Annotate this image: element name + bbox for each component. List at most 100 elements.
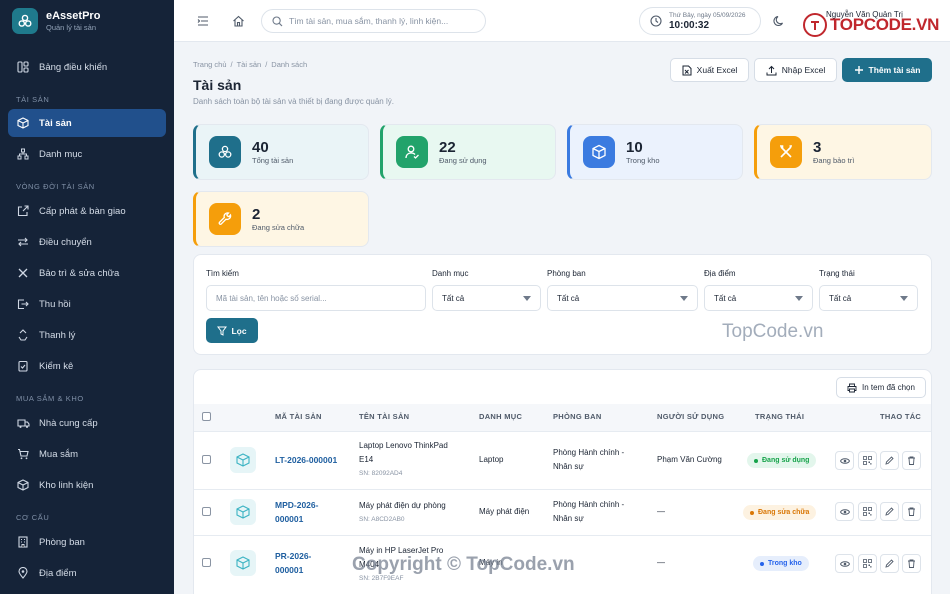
status-badge: Đang sử dụng — [747, 453, 817, 468]
edit-button[interactable] — [880, 451, 899, 470]
sidebar-item-dashboard[interactable]: Bảng điều khiển — [8, 53, 166, 81]
chevron-down-icon — [523, 295, 531, 301]
edit-button[interactable] — [880, 502, 899, 521]
view-button[interactable] — [835, 451, 854, 470]
search-placeholder: Tìm tài sản, mua sắm, thanh lý, linh kiệ… — [289, 16, 449, 26]
stat-card-repairing[interactable]: 2 Đang sửa chữa — [193, 191, 369, 247]
sidebar-item-departments[interactable]: Phòng ban — [8, 528, 166, 556]
app-name: eAssetPro — [46, 9, 101, 22]
sidebar-item-label: Thu hồi — [39, 298, 71, 310]
asset-category: Laptop — [479, 455, 504, 464]
view-button[interactable] — [835, 554, 854, 573]
column-header[interactable]: DANH MỤC — [479, 412, 522, 421]
export-excel-button[interactable]: Xuất Excel — [670, 58, 749, 82]
category-filter-label: Danh mục — [432, 269, 469, 278]
asset-department: Phòng Hành chính - Nhân sự — [553, 448, 625, 471]
app-subtitle: Quản lý tài sản — [46, 22, 97, 32]
handover-icon — [16, 204, 30, 218]
sidebar: eAssetPro Quản lý tài sản Bảng điều khiể… — [0, 0, 174, 594]
status-filter-label: Trạng thái — [819, 269, 855, 278]
menu-toggle-icon[interactable] — [195, 13, 211, 29]
sidebar-item-transfer[interactable]: Điều chuyển — [8, 228, 166, 256]
stat-card-in-use[interactable]: 22 Đang sử dụng — [380, 124, 556, 180]
column-header[interactable]: NGƯỜI SỬ DỤNG — [657, 412, 724, 421]
row-checkbox[interactable] — [202, 455, 211, 464]
column-header[interactable]: MÃ TÀI SẢN — [275, 412, 322, 421]
recycle-icon — [16, 328, 30, 342]
sidebar-item-categories[interactable]: Danh mục — [8, 140, 166, 168]
sidebar-item-inventory[interactable]: Kiểm kê — [8, 352, 166, 380]
map-pin-icon — [16, 566, 30, 580]
eye-icon — [839, 457, 850, 465]
row-checkbox[interactable] — [202, 558, 211, 567]
app-logo-icon — [12, 8, 38, 34]
asset-code[interactable]: MPD-2026- 000001 — [275, 498, 318, 526]
view-button[interactable] — [835, 502, 854, 521]
department-select[interactable]: Tất cả — [547, 285, 698, 311]
topcode-logo-text: TOPCODE.VN — [830, 15, 940, 34]
asset-code[interactable]: LT-2026-000001 — [275, 453, 337, 467]
page-title: Tài sản — [193, 77, 242, 93]
sidebar-item-label: Phòng ban — [39, 536, 85, 548]
sidebar-item-purchasing[interactable]: Mua sắm — [8, 440, 166, 468]
breadcrumb-assets[interactable]: Tài sản — [237, 60, 262, 69]
column-header[interactable]: TRẠNG THÁI — [755, 412, 804, 421]
breadcrumb-home[interactable]: Trang chủ — [193, 60, 227, 69]
stat-card-in-stock[interactable]: 10 Trong kho — [567, 124, 743, 180]
home-icon[interactable] — [230, 13, 246, 29]
eye-icon — [839, 560, 850, 568]
asset-search-input[interactable]: Mã tài sản, tên hoặc số serial... — [206, 285, 426, 311]
asset-name: Máy phát điện dự phòng SN: A8CD2AB0 — [359, 501, 446, 523]
sidebar-item-label: Bảng điều khiển — [39, 61, 108, 73]
category-select[interactable]: Tất cả — [432, 285, 541, 311]
clipboard-check-icon — [16, 359, 30, 373]
trash-icon — [907, 507, 916, 516]
status-select[interactable]: Tất cả — [819, 285, 918, 311]
print-labels-button[interactable]: In tem đã chọn — [836, 377, 926, 398]
location-filter-label: Địa điểm — [704, 269, 736, 278]
delete-button[interactable] — [902, 554, 921, 573]
filter-button[interactable]: Lọc — [206, 318, 258, 343]
clock-icon — [650, 15, 662, 27]
dark-mode-icon[interactable] — [771, 13, 787, 29]
sidebar-item-parts-warehouse[interactable]: Kho linh kiện — [8, 471, 166, 499]
topcode-logo-icon — [803, 13, 827, 37]
qr-button[interactable] — [858, 451, 877, 470]
file-excel-icon — [682, 65, 692, 76]
edit-button[interactable] — [880, 554, 899, 573]
sidebar-item-maintenance[interactable]: Bảo trì & sửa chữa — [8, 259, 166, 287]
stat-card-maintenance[interactable]: 3 Đang bảo trì — [754, 124, 932, 180]
sidebar-item-liquidation[interactable]: Thanh lý — [8, 321, 166, 349]
tools-icon — [16, 266, 30, 280]
column-header[interactable]: PHÒNG BAN — [553, 412, 602, 421]
delete-button[interactable] — [902, 502, 921, 521]
qr-button[interactable] — [858, 502, 877, 521]
location-select[interactable]: Tất cả — [704, 285, 813, 311]
search-icon — [272, 15, 283, 27]
global-search[interactable]: Tìm tài sản, mua sắm, thanh lý, linh kiệ… — [261, 9, 486, 33]
stat-label: Trong kho — [626, 155, 660, 165]
sidebar-item-suppliers[interactable]: Nhà cung cấp — [8, 409, 166, 437]
wrench-icon — [209, 203, 241, 235]
tools-icon — [770, 136, 802, 168]
qrcode-icon — [863, 507, 872, 516]
add-asset-button[interactable]: Thêm tài sản — [842, 58, 932, 82]
sidebar-item-assets[interactable]: Tài sản — [8, 109, 166, 137]
sidebar-item-recall[interactable]: Thu hồi — [8, 290, 166, 318]
row-checkbox[interactable] — [202, 507, 211, 516]
column-header[interactable]: TÊN TÀI SẢN — [359, 412, 409, 421]
sidebar-item-label: Bảo trì & sửa chữa — [39, 267, 120, 279]
pencil-icon — [885, 456, 894, 465]
qr-button[interactable] — [858, 554, 877, 573]
delete-button[interactable] — [902, 451, 921, 470]
sidebar-item-allocation[interactable]: Cấp phát & bàn giao — [8, 197, 166, 225]
asset-code[interactable]: PR-2026- 000001 — [275, 549, 311, 577]
stat-label: Đang bảo trì — [813, 155, 855, 165]
import-excel-button[interactable]: Nhập Excel — [754, 58, 837, 82]
asset-box-icon — [230, 499, 256, 525]
brand[interactable]: eAssetPro Quản lý tài sản — [12, 8, 100, 34]
select-all-checkbox[interactable] — [202, 412, 211, 421]
sidebar-item-locations[interactable]: Địa điểm — [8, 559, 166, 587]
qrcode-icon — [863, 559, 872, 568]
stat-card-total[interactable]: 40 Tổng tài sản — [193, 124, 369, 180]
